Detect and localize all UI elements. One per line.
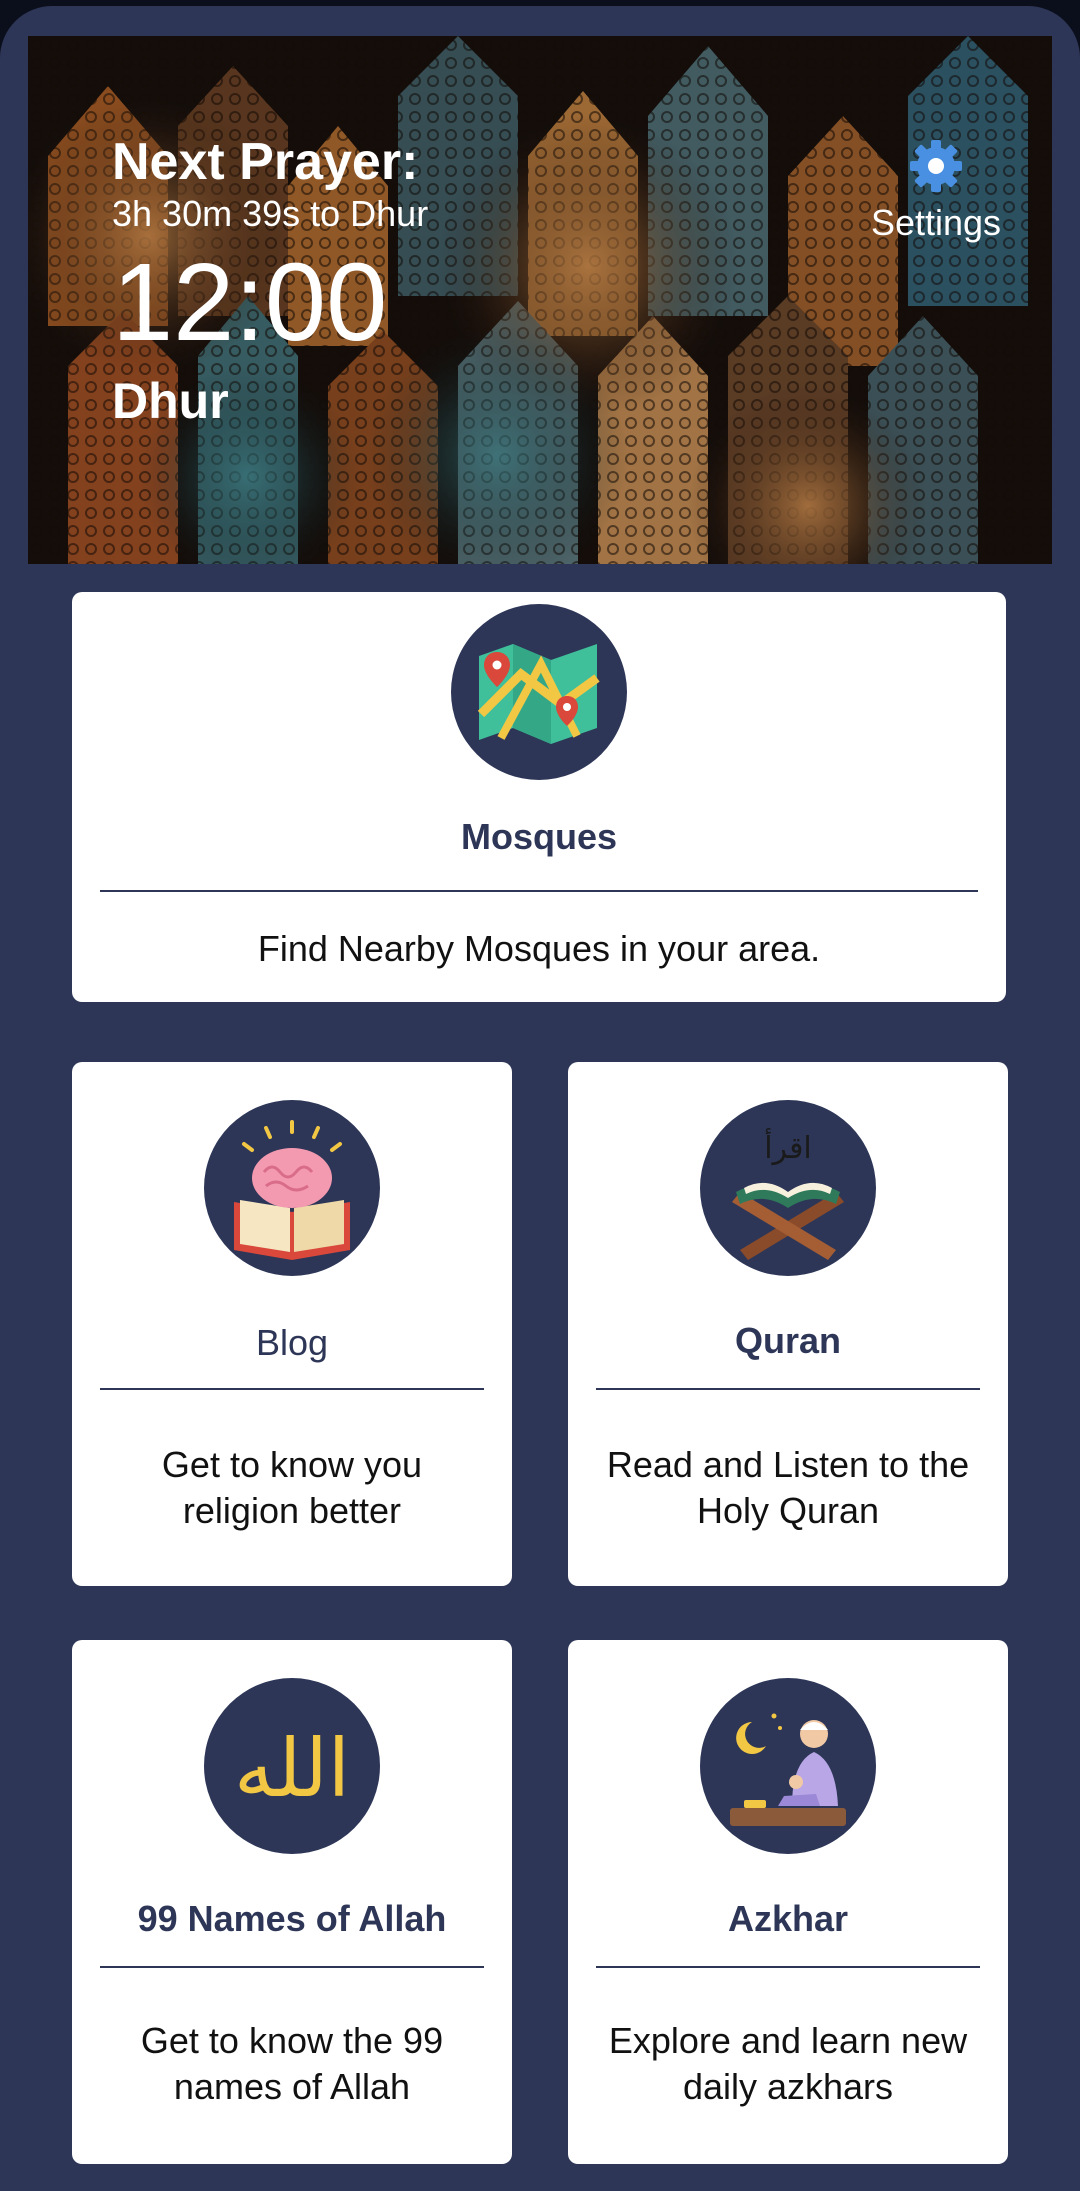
quran-card[interactable]: اقرأ Quran Read and Listen to the Holy Q…	[568, 1062, 1008, 1586]
quran-description-line1: Read and Listen to the	[606, 1444, 970, 1485]
blog-description-line2: religion better	[182, 1490, 402, 1531]
blog-title: Blog	[255, 1322, 329, 1363]
quran-description-line2: Holy Quran	[696, 1490, 880, 1531]
azkhar-icon-circle	[700, 1678, 876, 1854]
quran-divider	[596, 1388, 980, 1390]
settings-button[interactable]: Settings	[866, 136, 1006, 244]
names-description: Get to know the 99 names of Allah	[82, 2018, 502, 2110]
blog-card[interactable]: Blog Get to know you religion better	[72, 1062, 512, 1586]
next-prayer-label: Next Prayer:	[112, 133, 419, 191]
azkhar-card[interactable]: Azkhar Explore and learn new daily azkha…	[568, 1640, 1008, 2164]
azkhar-description: Explore and learn new daily azkhars	[578, 2018, 998, 2110]
prayer-name: Dhur	[112, 373, 229, 429]
names-description-line1: Get to know the 99	[140, 2020, 444, 2061]
blog-description: Get to know you religion better	[82, 1442, 502, 1534]
names-title: 99 Names of Allah	[137, 1898, 447, 1939]
mosques-icon-circle	[451, 604, 627, 780]
mosques-divider	[100, 890, 978, 892]
mosques-description: Find Nearby Mosques in your area.	[257, 928, 821, 969]
azkhar-title: Azkhar	[727, 1898, 849, 1939]
next-prayer-banner: Next Prayer: 3h 30m 39s to Dhur 12:00 Dh…	[28, 36, 1052, 564]
brain-book-icon	[234, 1120, 350, 1260]
names-icon-text: الله	[234, 1722, 350, 1815]
allah-calligraphy-icon: الله	[234, 1722, 350, 1815]
azkhar-divider	[596, 1966, 980, 1968]
names-divider	[100, 1966, 484, 1968]
prayer-time: 12:00	[112, 241, 388, 364]
blog-icon-circle	[204, 1100, 380, 1276]
mosques-title: Mosques	[460, 816, 618, 857]
gear-icon	[910, 140, 962, 192]
settings-label: Settings	[870, 202, 1002, 243]
map-icon	[477, 644, 600, 744]
quran-icon-text: اقرأ	[764, 1127, 812, 1166]
blog-divider	[100, 1388, 484, 1390]
names-icon-circle: الله	[204, 1678, 380, 1854]
quran-description: Read and Listen to the Holy Quran	[578, 1442, 998, 1534]
names-of-allah-card[interactable]: الله 99 Names of Allah Get to know the 9…	[72, 1640, 512, 2164]
azkhar-description-line1: Explore and learn new	[608, 2020, 968, 2061]
app-screen: Next Prayer: 3h 30m 39s to Dhur 12:00 Dh…	[0, 6, 1080, 2191]
quran-title: Quran	[734, 1320, 841, 1361]
names-description-line2: names of Allah	[173, 2066, 411, 2107]
prayer-countdown: 3h 30m 39s to Dhur	[112, 193, 429, 234]
quran-icon-circle: اقرأ	[700, 1100, 876, 1276]
praying-man-icon	[730, 1713, 846, 1826]
next-prayer-info: Next Prayer: 3h 30m 39s to Dhur 12:00 Dh…	[112, 131, 428, 429]
mosques-card[interactable]: Mosques Find Nearby Mosques in your area…	[72, 592, 1006, 1002]
quran-stand-icon: اقرأ	[732, 1127, 844, 1260]
blog-description-line1: Get to know you	[161, 1444, 423, 1485]
azkhar-description-line2: daily azkhars	[682, 2066, 894, 2107]
